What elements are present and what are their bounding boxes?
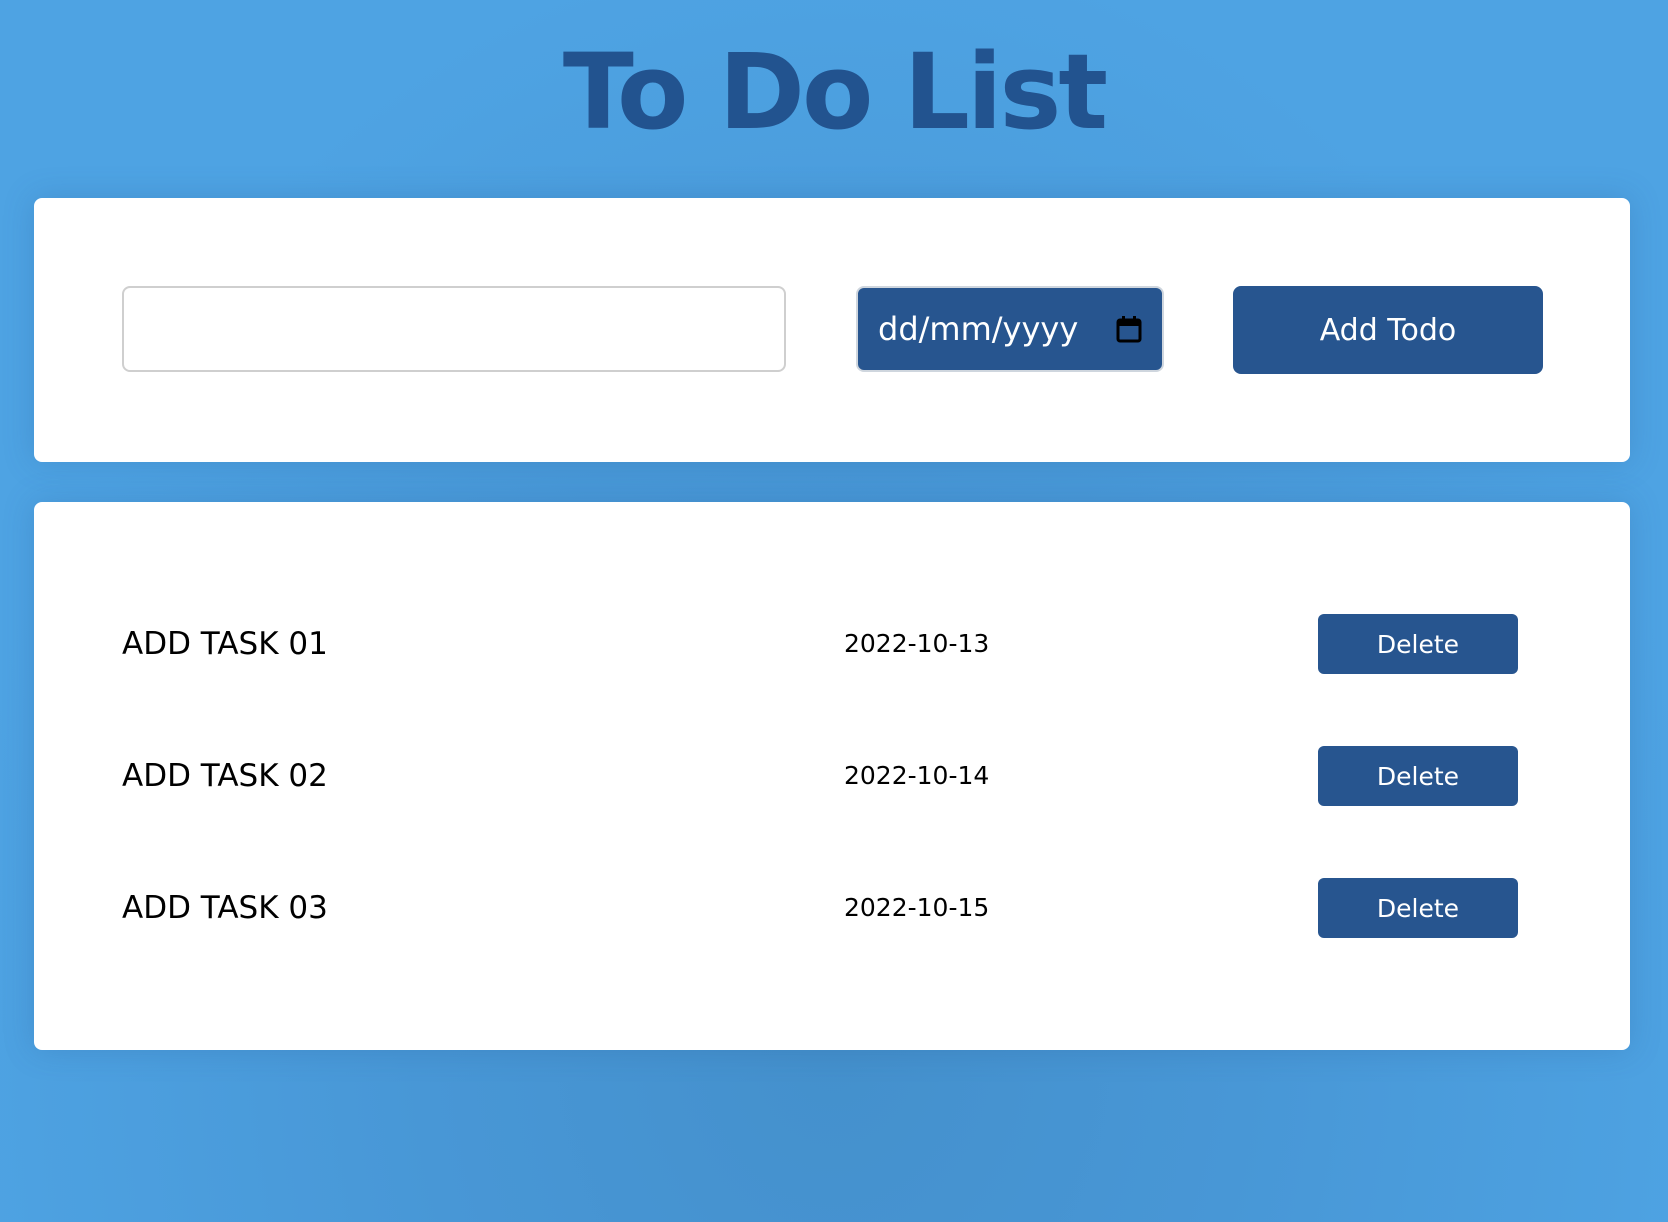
delete-button[interactable]: Delete (1318, 878, 1518, 938)
task-input[interactable] (122, 286, 786, 372)
delete-button[interactable]: Delete (1318, 614, 1518, 674)
add-todo-button[interactable]: Add Todo (1233, 286, 1543, 374)
calendar-icon[interactable] (1116, 315, 1142, 343)
page-title: To Do List (562, 31, 1108, 153)
todo-form: dd/mm/yyyy Add Todo (34, 198, 1630, 462)
todo-list: ADD TASK 01 2022-10-13 Delete ADD TASK 0… (34, 502, 1630, 1050)
todo-item: ADD TASK 01 2022-10-13 Delete (34, 614, 1630, 674)
delete-button[interactable]: Delete (1318, 746, 1518, 806)
todo-name: ADD TASK 01 (122, 626, 328, 662)
todo-item: ADD TASK 03 2022-10-15 Delete (34, 878, 1630, 938)
todo-date: 2022-10-14 (844, 761, 990, 790)
date-placeholder: dd/mm/yyyy (878, 310, 1079, 348)
todo-item: ADD TASK 02 2022-10-14 Delete (34, 746, 1630, 806)
todo-date: 2022-10-15 (844, 893, 990, 922)
date-input[interactable]: dd/mm/yyyy (856, 286, 1164, 372)
todo-name: ADD TASK 03 (122, 890, 328, 926)
todo-date: 2022-10-13 (844, 629, 990, 658)
todo-name: ADD TASK 02 (122, 758, 328, 794)
